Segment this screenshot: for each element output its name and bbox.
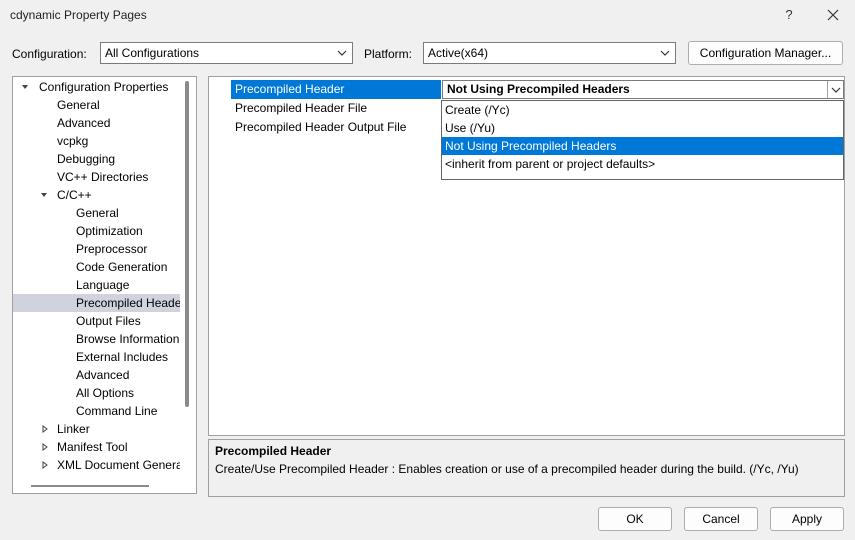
property-value-select[interactable]: Not Using Precompiled Headers bbox=[442, 80, 844, 99]
triangle-right-icon[interactable] bbox=[40, 438, 50, 456]
property-value-text: Not Using Precompiled Headers bbox=[447, 82, 630, 96]
dropdown-option[interactable]: Create (/Yc) bbox=[442, 101, 843, 119]
tree-item[interactable]: Preprocessor bbox=[13, 240, 180, 258]
dropdown-toggle[interactable] bbox=[827, 81, 843, 98]
tree-item[interactable]: Debugging bbox=[13, 150, 180, 168]
tree-item[interactable]: Advanced bbox=[13, 114, 180, 132]
description-panel: Precompiled Header Create/Use Precompile… bbox=[208, 439, 845, 497]
tree-item[interactable]: Linker bbox=[13, 420, 180, 438]
chevron-down-icon bbox=[660, 50, 670, 56]
tree-horizontal-scrollbar[interactable] bbox=[31, 485, 149, 487]
tree-item[interactable]: General bbox=[13, 204, 180, 222]
help-button[interactable]: ? bbox=[778, 4, 800, 26]
tree-item-label: Configuration Properties bbox=[39, 80, 169, 94]
tree-item-label: C/C++ bbox=[57, 188, 92, 202]
tree-item-label: XML Document Generator bbox=[57, 458, 180, 472]
dropdown-option[interactable]: Use (/Yu) bbox=[442, 119, 843, 137]
tree-item-label: VC++ Directories bbox=[57, 170, 149, 184]
tree-item[interactable]: Code Generation bbox=[13, 258, 180, 276]
chevron-down-icon bbox=[831, 87, 841, 93]
triangle-down-icon[interactable] bbox=[40, 186, 50, 204]
tree-item[interactable]: Precompiled Headers bbox=[13, 294, 180, 312]
property-row[interactable]: Precompiled Header File bbox=[231, 99, 441, 118]
tree-item[interactable]: Manifest Tool bbox=[13, 438, 180, 456]
tree-item[interactable]: Configuration Properties bbox=[13, 78, 180, 96]
triangle-down-icon[interactable] bbox=[21, 78, 31, 96]
description-title: Precompiled Header bbox=[215, 444, 332, 458]
tree-item-label: Linker bbox=[57, 422, 90, 436]
tree-item[interactable]: Advanced bbox=[13, 366, 180, 384]
window-title: cdynamic Property Pages bbox=[10, 8, 147, 22]
description-text: Create/Use Precompiled Header : Enables … bbox=[215, 462, 799, 476]
ok-button[interactable]: OK bbox=[598, 507, 672, 531]
tree-item-label: Preprocessor bbox=[76, 242, 148, 256]
platform-label: Platform: bbox=[364, 47, 413, 61]
tree-item-label: Optimization bbox=[76, 224, 143, 238]
tree-item-label: All Options bbox=[76, 386, 135, 400]
tree-item[interactable]: Command Line bbox=[13, 402, 180, 420]
tree-item-label: vcpkg bbox=[57, 134, 89, 148]
tree-item[interactable]: General bbox=[13, 96, 180, 114]
tree-item[interactable]: C/C++ bbox=[13, 186, 180, 204]
configuration-label: Configuration: bbox=[12, 47, 87, 61]
tree-vertical-scrollbar[interactable] bbox=[185, 81, 189, 407]
tree-item-label: General bbox=[57, 98, 100, 112]
tree-item[interactable]: VC++ Directories bbox=[13, 168, 180, 186]
configuration-manager-button[interactable]: Configuration Manager... bbox=[688, 41, 843, 65]
dropdown-option[interactable]: <inherit from parent or project defaults… bbox=[442, 155, 843, 173]
tree-item[interactable]: XML Document Generator bbox=[13, 456, 180, 474]
title-bar: cdynamic Property Pages ? bbox=[0, 0, 855, 30]
property-row[interactable]: Precompiled Header Output File bbox=[231, 118, 441, 137]
tree-item[interactable]: External Includes bbox=[13, 348, 180, 366]
value-dropdown-list: Create (/Yc) Use (/Yu) Not Using Precompil… bbox=[441, 100, 844, 180]
tree-item-label: Debugging bbox=[57, 152, 116, 166]
property-tree: Configuration Properties General Advanced v… bbox=[12, 76, 197, 494]
tree-item[interactable]: Output Files bbox=[13, 312, 180, 330]
close-button[interactable] bbox=[822, 4, 844, 26]
chevron-down-icon bbox=[337, 50, 347, 56]
tree-item-label: General bbox=[76, 206, 119, 220]
tree-item-label: Browse Information bbox=[76, 332, 180, 346]
tree-item-label: Output Files bbox=[76, 314, 141, 328]
tree-item[interactable]: Browse Information bbox=[13, 330, 180, 348]
cancel-button[interactable]: Cancel bbox=[684, 507, 758, 531]
tree-item-label: Precompiled Headers bbox=[76, 296, 180, 310]
close-icon bbox=[827, 9, 839, 21]
tree-item-label: Code Generation bbox=[76, 260, 168, 274]
configuration-select[interactable]: All Configurations bbox=[100, 42, 353, 64]
triangle-right-icon[interactable] bbox=[40, 456, 50, 474]
tree-item[interactable]: Optimization bbox=[13, 222, 180, 240]
tree-item-label: Command Line bbox=[76, 404, 158, 418]
tree-item[interactable]: vcpkg bbox=[13, 132, 180, 150]
tree-item[interactable]: All Options bbox=[13, 384, 180, 402]
triangle-right-icon[interactable] bbox=[40, 420, 50, 438]
dropdown-option[interactable]: Not Using Precompiled Headers bbox=[442, 137, 843, 155]
tree-item[interactable]: Language bbox=[13, 276, 180, 294]
tree-item-label: External Includes bbox=[76, 350, 169, 364]
platform-select[interactable]: Active(x64) bbox=[423, 42, 676, 64]
property-row[interactable]: Precompiled Header bbox=[231, 80, 441, 99]
configuration-value: All Configurations bbox=[105, 46, 200, 60]
tree-item-label: Manifest Tool bbox=[57, 440, 128, 454]
platform-value: Active(x64) bbox=[428, 46, 489, 60]
tree-item-label: Advanced bbox=[76, 368, 130, 382]
apply-button[interactable]: Apply bbox=[770, 507, 844, 531]
tree-item-label: Advanced bbox=[57, 116, 111, 130]
tree-item-label: Language bbox=[76, 278, 130, 292]
